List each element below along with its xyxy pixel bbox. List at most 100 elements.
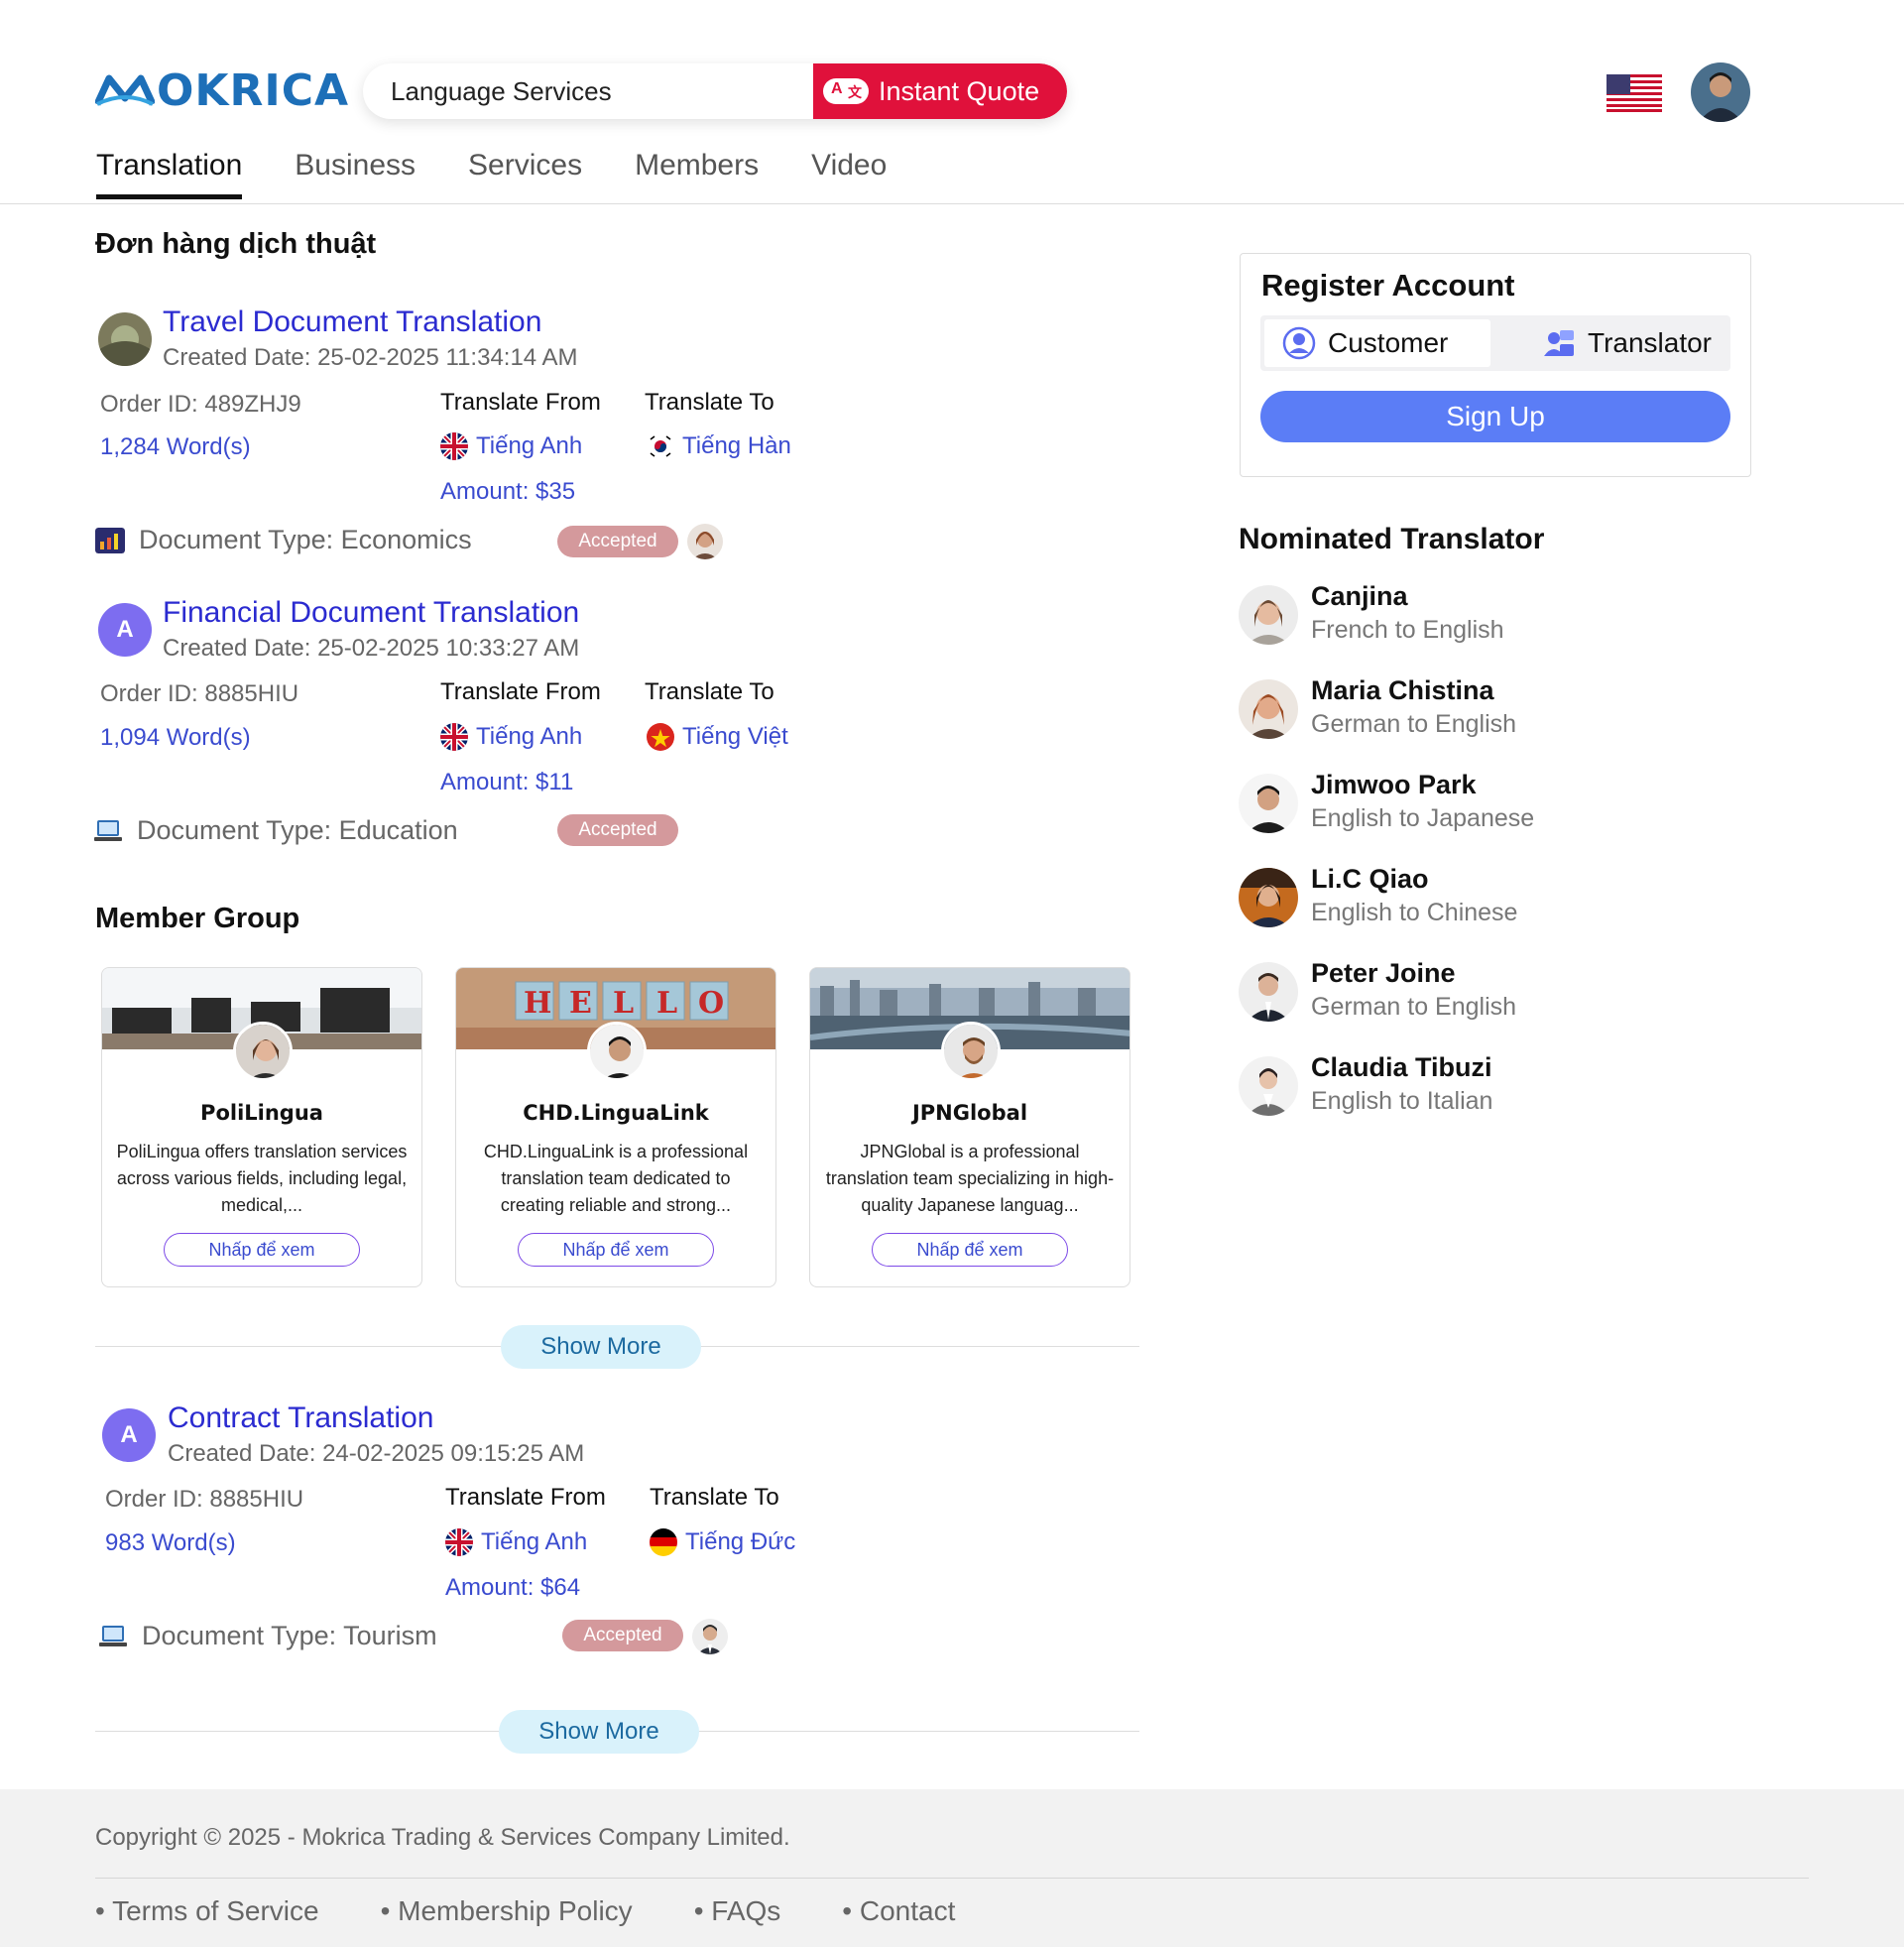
- translator-item[interactable]: Jimwoo Park English to Japanese: [1239, 770, 1734, 839]
- landscape-avatar-icon: [98, 312, 152, 366]
- translator-item[interactable]: Claudia Tibuzi English to Italian: [1239, 1052, 1734, 1122]
- member-group-name: JPNGlobal: [911, 1101, 1028, 1125]
- tab-video[interactable]: Video: [811, 149, 887, 199]
- order-title[interactable]: Financial Document Translation: [163, 596, 579, 630]
- view-member-group-button[interactable]: Nhấp để xem: [164, 1233, 360, 1267]
- us-flag-icon[interactable]: [1606, 74, 1662, 112]
- main-nav: Translation Business Services Members Vi…: [96, 149, 887, 199]
- view-member-group-button[interactable]: Nhấp để xem: [518, 1233, 714, 1267]
- order-amount: Amount: $64: [445, 1574, 581, 1601]
- from-language-label: Tiếng Anh: [476, 723, 583, 750]
- translate-to-label: Translate To: [650, 1484, 779, 1511]
- korea-flag-icon: [647, 432, 674, 460]
- order-amount: Amount: $11: [440, 769, 574, 795]
- translator-avatar-icon: [1239, 1056, 1298, 1116]
- from-language-label: Tiếng Anh: [481, 1528, 588, 1555]
- translator-name: Peter Joine: [1311, 958, 1456, 988]
- status-badge: Accepted: [557, 814, 678, 846]
- from-language: Tiếng Anh: [440, 432, 582, 460]
- order-avatar[interactable]: A: [102, 1408, 156, 1462]
- tab-members[interactable]: Members: [635, 149, 759, 199]
- translator-languages: English to Japanese: [1311, 804, 1535, 832]
- translator-avatar-icon: [1239, 962, 1298, 1022]
- from-language: Tiếng Anh: [440, 723, 582, 751]
- order-amount: Amount: $35: [440, 478, 576, 505]
- education-laptop-icon: [94, 819, 122, 841]
- card-banner: [102, 968, 421, 1081]
- assignee-avatar-icon: [692, 1619, 728, 1654]
- member-group-description: PoliLingua offers translation services a…: [116, 1142, 408, 1215]
- register-account-panel: Register Account Customer Translator Sig…: [1240, 253, 1751, 477]
- assignee-avatar[interactable]: [692, 1619, 728, 1654]
- tab-services[interactable]: Services: [468, 149, 582, 199]
- search-input[interactable]: Language Services: [363, 63, 813, 119]
- terms-of-service-link[interactable]: • Terms of Service: [95, 1895, 319, 1927]
- order-avatar[interactable]: A: [98, 603, 152, 657]
- member-group-card: HELLO CHD.LinguaLink CHD.LinguaLink is a…: [455, 967, 776, 1287]
- member-group-card: JPNGlobal JPNGlobal is a professional tr…: [809, 967, 1130, 1287]
- svg-text:E: E: [569, 986, 592, 1021]
- customer-option[interactable]: Customer: [1264, 319, 1490, 367]
- translator-name: Li.C Qiao: [1311, 864, 1429, 894]
- uk-flag-icon: [440, 432, 468, 460]
- search-bar: Language Services Instant Quote: [363, 63, 1067, 119]
- economics-chart-icon: [95, 527, 125, 553]
- translator-item[interactable]: Canjina French to English: [1239, 581, 1734, 651]
- order-word-count: 1,284 Word(s): [100, 433, 251, 460]
- to-language-label: Tiếng Việt: [682, 723, 788, 750]
- translator-item[interactable]: Li.C Qiao English to Chinese: [1239, 864, 1734, 933]
- tourism-laptop-icon: [99, 1625, 127, 1646]
- assignee-avatar-icon: [687, 524, 723, 559]
- order-title[interactable]: Travel Document Translation: [163, 305, 541, 339]
- contact-link[interactable]: • Contact: [842, 1895, 955, 1927]
- translator-item[interactable]: Maria Chistina German to English: [1239, 675, 1734, 745]
- order-title[interactable]: Contract Translation: [168, 1401, 433, 1435]
- member-group-show-more-button[interactable]: Show More: [501, 1325, 701, 1369]
- uk-flag-icon: [445, 1528, 473, 1556]
- translator-name: Maria Chistina: [1311, 675, 1494, 705]
- document-type: Document Type: Tourism: [98, 1621, 437, 1651]
- register-title: Register Account: [1261, 268, 1515, 303]
- orders-show-more-button[interactable]: Show More: [499, 1710, 699, 1754]
- translator-item[interactable]: Peter Joine German to English: [1239, 958, 1734, 1028]
- member-group-name: CHD.LinguaLink: [523, 1101, 709, 1125]
- translator-languages: French to English: [1311, 616, 1504, 644]
- translator-avatar: [1239, 1056, 1298, 1116]
- to-language: Tiếng Hàn: [647, 432, 791, 460]
- translator-languages: English to Italian: [1311, 1087, 1493, 1115]
- translate-icon: [823, 78, 869, 104]
- view-member-group-button[interactable]: Nhấp để xem: [872, 1233, 1068, 1267]
- translate-from-label: Translate From: [445, 1484, 606, 1511]
- nav-divider: [0, 203, 1904, 204]
- to-language: Tiếng Việt: [647, 723, 788, 751]
- order-avatar[interactable]: [98, 312, 152, 366]
- tab-business[interactable]: Business: [295, 149, 416, 199]
- user-avatar[interactable]: [1691, 62, 1750, 122]
- member-avatar-icon: [944, 1025, 998, 1078]
- translator-avatar: [1239, 679, 1298, 739]
- mokrica-logo[interactable]: OKRICA: [95, 69, 349, 113]
- faqs-link[interactable]: • FAQs: [694, 1895, 781, 1927]
- translator-name: Jimwoo Park: [1311, 770, 1477, 799]
- document-type-label: Document Type: Tourism: [142, 1621, 437, 1650]
- assignee-avatar[interactable]: [687, 524, 723, 559]
- membership-policy-link[interactable]: • Membership Policy: [381, 1895, 633, 1927]
- translator-name: Canjina: [1311, 581, 1408, 611]
- orders-section-title: Đơn hàng dịch thuật: [95, 228, 377, 260]
- order-created-date: Created Date: 24-02-2025 09:15:25 AM: [168, 1440, 585, 1467]
- instant-quote-button[interactable]: Instant Quote: [813, 63, 1067, 119]
- card-banner: HELLO: [456, 968, 775, 1081]
- to-language-label: Tiếng Đức: [685, 1528, 796, 1555]
- from-language: Tiếng Anh: [445, 1528, 587, 1556]
- translator-avatar: [1239, 774, 1298, 833]
- translator-avatar-icon: [1239, 679, 1298, 739]
- svg-text:H: H: [524, 986, 551, 1021]
- sign-up-button[interactable]: Sign Up: [1260, 391, 1730, 442]
- member-avatar-icon: [590, 1025, 644, 1078]
- translator-option[interactable]: Translator: [1524, 319, 1726, 367]
- tab-translation[interactable]: Translation: [96, 149, 243, 199]
- translator-icon: [1544, 330, 1574, 356]
- order-created-date: Created Date: 25-02-2025 11:34:14 AM: [163, 344, 578, 371]
- svg-text:O: O: [698, 986, 724, 1021]
- account-type-toggle: Customer Translator: [1260, 315, 1730, 371]
